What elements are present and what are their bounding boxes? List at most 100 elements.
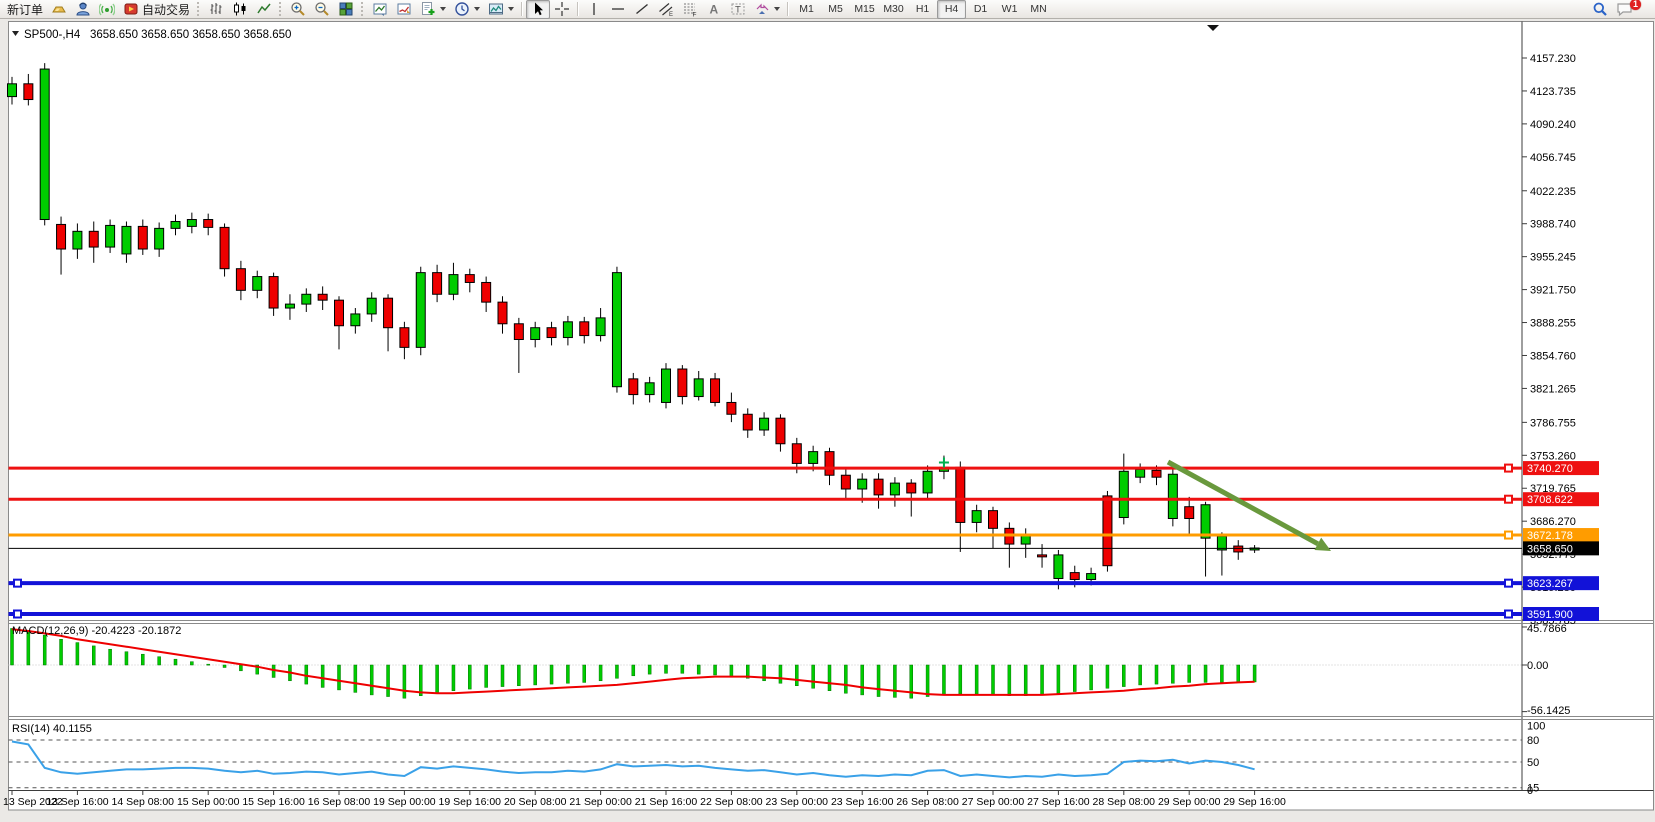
tab-timeframe-M1[interactable]: M1 bbox=[792, 0, 821, 19]
macd-bar bbox=[697, 665, 700, 674]
tab-timeframe-M30[interactable]: M30 bbox=[879, 0, 908, 19]
tab-timeframe-H1[interactable]: H1 bbox=[908, 0, 937, 19]
macd-bar bbox=[893, 665, 896, 697]
auto-trading-button[interactable]: 自动交易 bbox=[119, 0, 194, 19]
toolbar-separator bbox=[521, 2, 523, 16]
macd-bar bbox=[1008, 665, 1011, 696]
vertical-line-tool[interactable] bbox=[582, 0, 606, 19]
notifications-button[interactable]: 1 bbox=[1612, 0, 1638, 19]
candle-body-up bbox=[106, 225, 115, 247]
macd-bar bbox=[452, 665, 455, 691]
tab-timeframe-M15[interactable]: M15 bbox=[850, 0, 879, 19]
candle-body-up bbox=[662, 369, 671, 402]
channel-icon: E bbox=[658, 1, 674, 17]
macd-bar bbox=[419, 665, 422, 696]
chart-window-icon bbox=[372, 1, 388, 17]
indicator-window-button[interactable] bbox=[392, 0, 416, 19]
tab-timeframe-MN[interactable]: MN bbox=[1024, 0, 1053, 19]
price-axis-tick-label: 4056.745 bbox=[1530, 152, 1576, 164]
timeframe-clock-dropdown[interactable] bbox=[450, 0, 484, 19]
macd-indicator-label: MACD(12,26,9) -20.4223 -20.1872 bbox=[12, 625, 181, 637]
rsi-scale-label: 0 bbox=[1527, 785, 1533, 797]
support-profile-icon[interactable] bbox=[71, 0, 95, 19]
line-chart-icon bbox=[256, 1, 272, 17]
level-handle[interactable] bbox=[14, 580, 21, 587]
horizontal-line-tool[interactable] bbox=[606, 0, 630, 19]
time-axis-label: 27 Sep 16:00 bbox=[1027, 796, 1090, 808]
new-order-button[interactable]: 新订单 bbox=[3, 0, 47, 19]
tile-windows-button[interactable] bbox=[334, 0, 358, 19]
rsi-indicator-label: RSI(14) 40.1155 bbox=[12, 723, 92, 735]
candle-body-up bbox=[596, 318, 605, 336]
gold-ingot-icon[interactable] bbox=[47, 0, 71, 19]
price-axis-tick-label: 3955.245 bbox=[1530, 252, 1576, 264]
candle-body-up bbox=[367, 298, 376, 314]
level-handle[interactable] bbox=[1505, 532, 1512, 539]
level-handle[interactable] bbox=[1505, 580, 1512, 587]
macd-bar bbox=[190, 662, 193, 665]
level-handle[interactable] bbox=[1505, 496, 1512, 503]
tab-timeframe-D1[interactable]: D1 bbox=[966, 0, 995, 19]
tab-timeframe-M5[interactable]: M5 bbox=[821, 0, 850, 19]
broadcast-icon[interactable] bbox=[95, 0, 119, 19]
rsi-scale-label: 100 bbox=[1527, 720, 1545, 732]
macd-bar bbox=[615, 665, 618, 678]
macd-bar bbox=[877, 665, 880, 697]
candle-body-down bbox=[776, 418, 785, 444]
line-chart-type-button[interactable] bbox=[252, 0, 276, 19]
candle bbox=[416, 267, 425, 356]
level-handle[interactable] bbox=[1505, 465, 1512, 472]
price-axis-tick-label: 4022.235 bbox=[1530, 186, 1576, 198]
macd-bar bbox=[141, 654, 144, 665]
gold-ingot-glyph bbox=[51, 1, 67, 17]
candle-body-up bbox=[171, 221, 180, 228]
macd-bar bbox=[158, 657, 161, 665]
candle-body-down bbox=[318, 294, 327, 300]
candle-body-down bbox=[465, 275, 474, 283]
macd-bar bbox=[370, 665, 373, 695]
ohlc-bars-icon bbox=[208, 1, 224, 17]
text-label-tool[interactable]: T bbox=[726, 0, 750, 19]
zoom-out-button[interactable] bbox=[310, 0, 334, 19]
candle-body-down bbox=[1185, 507, 1194, 519]
zoom-in-button[interactable] bbox=[286, 0, 310, 19]
toolbar-grip bbox=[361, 2, 365, 16]
level-price-label-text: 3708.622 bbox=[1527, 494, 1573, 506]
candle-body-up bbox=[645, 383, 654, 395]
bar-chart-type-button[interactable] bbox=[204, 0, 228, 19]
template-dropdown[interactable] bbox=[484, 0, 518, 19]
macd-bar bbox=[354, 665, 357, 692]
add-indicator-dropdown[interactable] bbox=[416, 0, 450, 19]
time-axis-label: 28 Sep 08:00 bbox=[1093, 796, 1156, 808]
chart-canvas[interactable]: 4157.2304123.7354090.2404056.7454022.235… bbox=[0, 19, 1655, 822]
macd-bar bbox=[550, 665, 553, 684]
macd-bar bbox=[321, 665, 324, 687]
search-button[interactable] bbox=[1588, 0, 1612, 19]
level-price-label-text: 3672.178 bbox=[1527, 530, 1573, 542]
new-chart-window-button[interactable] bbox=[368, 0, 392, 19]
macd-bar bbox=[272, 665, 275, 677]
tab-timeframe-H4[interactable]: H4 bbox=[937, 0, 966, 19]
candle-body-up bbox=[1136, 469, 1145, 477]
candle-body-down bbox=[498, 302, 507, 324]
candle-body-up bbox=[1054, 555, 1063, 579]
arrows-dropdown[interactable] bbox=[750, 0, 784, 19]
equidistant-channel-tool[interactable]: E bbox=[654, 0, 678, 19]
cursor-tool-button[interactable] bbox=[526, 0, 550, 19]
macd-bar bbox=[959, 665, 962, 694]
level-handle[interactable] bbox=[14, 611, 21, 618]
tab-timeframe-W1[interactable]: W1 bbox=[995, 0, 1024, 19]
price-axis-tick-label: 4157.230 bbox=[1530, 53, 1576, 65]
time-axis-label: 20 Sep 08:00 bbox=[504, 796, 567, 808]
text-tool[interactable]: A bbox=[702, 0, 726, 19]
level-handle[interactable] bbox=[1505, 611, 1512, 618]
macd-bar bbox=[730, 665, 733, 677]
current-price-label-text: 3658.650 bbox=[1527, 543, 1573, 555]
notification-badge: 1 bbox=[1630, 0, 1641, 10]
candlestick-type-button[interactable] bbox=[228, 0, 252, 19]
toolbar-grip bbox=[279, 2, 283, 16]
fibonacci-tool[interactable]: F bbox=[678, 0, 702, 19]
vertical-line-icon bbox=[586, 1, 602, 17]
crosshair-tool-button[interactable] bbox=[550, 0, 574, 19]
trendline-tool[interactable] bbox=[630, 0, 654, 19]
